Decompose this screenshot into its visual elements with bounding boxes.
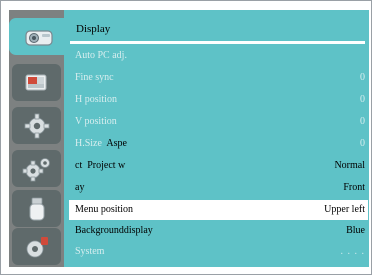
menu-item-value: 0 (360, 116, 365, 127)
menu-item-label: ct Project w (75, 160, 126, 171)
tab-setting[interactable] (12, 107, 61, 144)
gear-icon (24, 113, 49, 138)
menu-item-label-dim: H.Size (75, 138, 102, 149)
menu-item-background-display[interactable]: Backgrounddisplay Blue (64, 221, 369, 241)
menu-item-label: V position (75, 116, 117, 127)
menu-item-label: Menu position (75, 204, 134, 215)
menu-item-label: System (75, 246, 105, 257)
menu-panel: Display Auto PC adj. Fine sync 0 H posit… (64, 10, 369, 267)
tab-expand[interactable] (12, 150, 61, 187)
title-divider (70, 41, 365, 44)
menu-item-h-position[interactable]: H position 0 (64, 90, 369, 110)
menu-item-value: Upper left (324, 204, 365, 215)
menu-item-h-size[interactable]: H.Size Aspe 0 (64, 134, 369, 154)
menu-item-label-overlay: Aspe (106, 138, 127, 149)
menu-title: Display (76, 23, 111, 35)
usb-icon (29, 197, 44, 220)
menu-item-label: H position (75, 94, 117, 105)
menu-item-aspect-project-way[interactable]: ct Project w Normal (64, 156, 369, 176)
menu-item-value: Blue (346, 225, 365, 236)
menu-item-label: Backgrounddisplay (75, 225, 153, 236)
menu-item-system[interactable]: System . . . . (64, 242, 369, 262)
menu-item-fine-sync[interactable]: Fine sync 0 (64, 68, 369, 88)
tab-display[interactable] (9, 18, 71, 55)
projector-osd-menu: Display Auto PC adj. Fine sync 0 H posit… (0, 0, 372, 275)
menu-tab-rail (9, 10, 71, 267)
menu-item-value: 0 (360, 138, 365, 149)
display-icon (25, 29, 53, 46)
image-icon (25, 74, 46, 90)
menu-item-label: Fine sync (75, 72, 114, 83)
menu-item-v-position[interactable]: V position 0 (64, 112, 369, 132)
menu-item-display[interactable]: ay Front (64, 178, 369, 198)
menu-item-value: Front (343, 182, 365, 193)
tab-image[interactable] (12, 64, 61, 101)
menu-item-menu-position[interactable]: Menu position Upper left (69, 200, 368, 220)
menu-item-value: Normal (334, 160, 365, 171)
gears-icon (22, 157, 50, 181)
menu-item-value: . . . . (340, 246, 365, 257)
menu-item-label: Auto PC adj. (75, 50, 127, 61)
info-icon (26, 236, 48, 257)
tab-network[interactable] (12, 190, 61, 227)
tab-info[interactable] (12, 228, 61, 265)
menu-item-value: 0 (360, 94, 365, 105)
menu-item-value: 0 (360, 72, 365, 83)
menu-item-label: H.Size Aspe (75, 134, 127, 154)
menu-item-label: ay (75, 182, 85, 193)
menu-item-auto-pc-adj[interactable]: Auto PC adj. (64, 46, 369, 66)
